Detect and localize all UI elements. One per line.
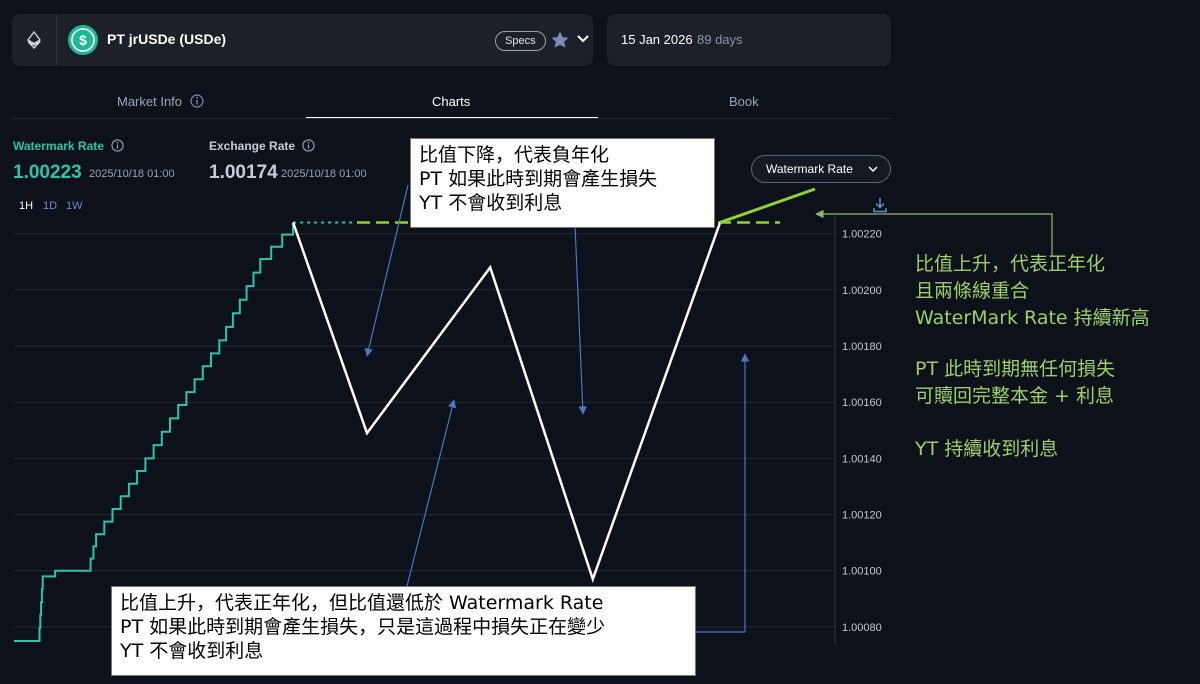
chevron-down-icon [868,166,878,173]
arrow-to-decline [364,184,409,357]
side-note-line: 可贖回完整本金 + 利息 [915,385,1114,407]
annotation-line: PT 如果此時到期會產生損失 [419,168,658,190]
side-note-line: PT 此時到期無任何損失 [915,358,1116,380]
annotation-line: 比值下降，代表負年化 [419,144,610,166]
y-tick-label: 1.00140 [842,453,882,465]
y-tick-label: 1.00180 [842,341,882,353]
annotation-box-decline: 比值下降，代表負年化 PT 如果此時到期會產生損失 YT 不會收到利息 [410,138,715,228]
y-tick-label: 1.00220 [842,229,882,241]
annotation-line: YT 不會收到利息 [419,192,563,214]
side-note-line: YT 持續收到利息 [915,438,1059,460]
chart-series-dropdown[interactable]: Watermark Rate [751,155,891,183]
download-icon[interactable] [873,197,887,213]
y-tick-label: 1.00200 [842,285,882,297]
arrow-to-final-rise [696,353,750,633]
side-note-line: 且兩條線重合 [915,280,1030,302]
side-note-new-high: 比值上升，代表正年化 且兩條線重合 WaterMark Rate 持續新高 [915,251,1150,332]
annotation-line: PT 如果此時到期會產生損失，只是這過程中損失正在變少 [120,616,606,638]
annotation-box-recovery: 比值上升，代表正年化，但比值還低於 Watermark Rate PT 如果此時… [111,586,696,676]
side-note-yt-interest: YT 持續收到利息 [915,436,1058,463]
y-tick-label: 1.00100 [842,566,882,578]
side-note-pt-no-loss: PT 此時到期無任何損失 可贖回完整本金 + 利息 [915,356,1115,410]
annotation-line: 比值上升，代表正年化，但比值還低於 Watermark Rate [120,592,604,614]
exchange-rate-path [291,222,722,584]
annotation-line: YT 不會收到利息 [120,640,264,662]
chart-series-dropdown-label: Watermark Rate [766,162,853,176]
y-tick-label: 1.00120 [842,510,882,522]
arrow-to-second-decline [574,224,587,415]
side-note-line: WaterMark Rate 持續新高 [915,307,1150,329]
y-tick-label: 1.00080 [842,622,882,634]
new-high-segment [719,187,816,224]
side-note-line: 比值上升，代表正年化 [915,253,1106,275]
y-tick-label: 1.00160 [842,397,882,409]
watermark-rate-line [14,222,295,642]
arrow-to-rise [406,399,457,587]
rate-chart: 1.00220 1.00200 1.00180 1.00160 1.00140 1.001… [14,184,1053,645]
